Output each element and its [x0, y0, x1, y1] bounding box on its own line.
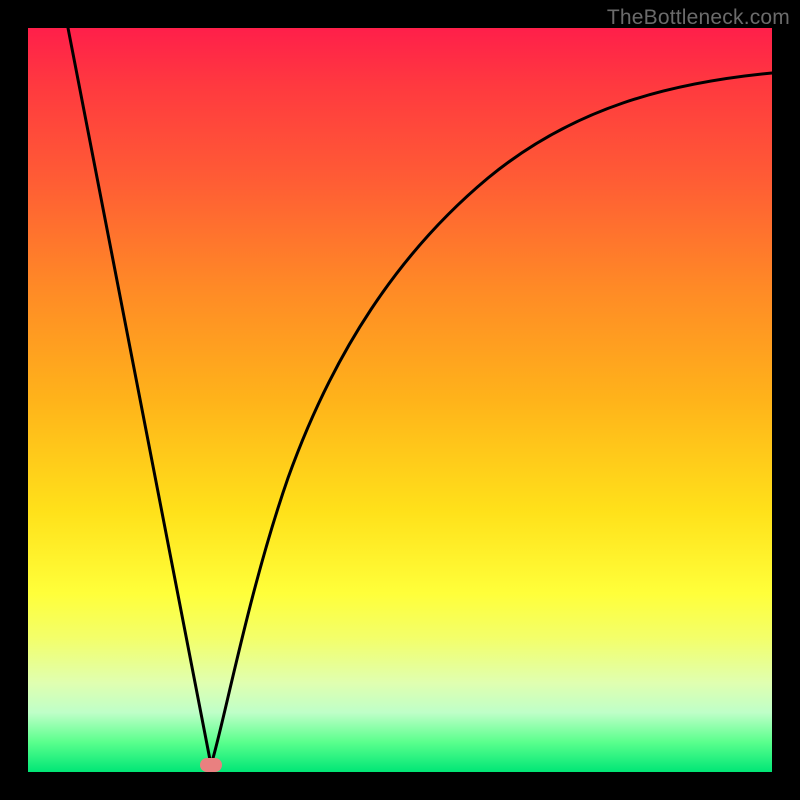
chart-frame: TheBottleneck.com	[0, 0, 800, 800]
optimal-point-marker	[200, 758, 222, 772]
curve-path	[68, 28, 772, 765]
bottleneck-curve	[28, 28, 772, 772]
plot-area	[28, 28, 772, 772]
watermark-text: TheBottleneck.com	[607, 6, 790, 30]
